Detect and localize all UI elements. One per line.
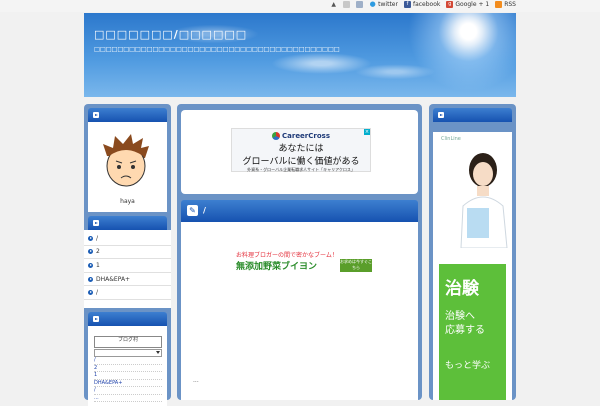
rss-link[interactable]: RSS — [495, 1, 516, 8]
list-item[interactable]: / — [84, 286, 171, 300]
rss-icon — [495, 1, 503, 8]
ranking-widget: ブログ村 / 2 1 DHA&EPA+ / ... — [88, 326, 167, 406]
site-description: □□□□□□□□□□□□□□□□□□□□□□□□□□□□□□□□□□□□□□□□… — [94, 46, 340, 53]
ad-brand: CareerCross — [232, 132, 370, 140]
ad-choices-icon[interactable]: × — [364, 129, 370, 135]
profile-name: haya — [120, 198, 135, 205]
list-item[interactable]: 2 — [84, 246, 171, 260]
widget-toggle-icon[interactable] — [93, 220, 99, 226]
scroll-top-link[interactable]: ▲ — [330, 1, 337, 8]
ranking-item[interactable]: DHA&EPA+ — [94, 380, 162, 387]
ad-body-text: 治験へ 応募する — [445, 311, 485, 336]
social-links: ▲ ● twitter f facebook g Google + 1 RSS — [330, 1, 516, 8]
facebook-icon: f — [403, 1, 411, 8]
bouillon-ad-tagline: お料理ブロガーの間で密かなブーム！ — [236, 252, 338, 259]
google-plus-label: Google + 1 — [455, 1, 490, 8]
learn-more-button[interactable]: もっと学ぶ — [445, 358, 490, 371]
twitter-icon: ● — [369, 0, 376, 8]
career-cross-logo-icon — [272, 132, 280, 140]
category-widget-header — [88, 216, 167, 230]
rss-label: RSS — [504, 1, 516, 8]
clinic-logo: ClinLine — [441, 136, 461, 142]
bouillon-ad[interactable]: お料理ブロガーの間で密かなブーム！ 無添加野菜ブイヨン お求めは今すぐこちら — [236, 250, 374, 274]
category-list: / 2 1 DHA&EPA+ / — [84, 230, 171, 308]
category-label: 1 — [96, 261, 100, 269]
profile-widget-header — [88, 108, 167, 122]
post-footer: ... — [193, 377, 199, 384]
ranking-select[interactable] — [94, 349, 162, 357]
site-header: □□□□□□□/□□□□□□ □□□□□□□□□□□□□□□□□□□□□□□□□… — [84, 13, 516, 97]
nurse-image — [460, 153, 508, 248]
ranking-widget-header — [88, 312, 167, 326]
avatar[interactable] — [101, 134, 151, 190]
profile-link[interactable] — [356, 1, 364, 8]
post-header: ✎ / — [181, 200, 418, 222]
widget-toggle-icon[interactable] — [438, 112, 444, 118]
ranking-item[interactable]: / — [94, 387, 162, 395]
up-arrow-icon: ▲ — [331, 1, 336, 8]
list-item[interactable]: 1 — [84, 259, 171, 273]
arrow-bullet-icon — [88, 235, 93, 241]
ad-tagline: 外資系・グローバル企業転職求人サイト「キャリアクロス」 — [247, 167, 355, 172]
google-plus-link[interactable]: g Google + 1 — [446, 1, 489, 8]
top-ad-container: × CareerCross あなたには グローバルに働く価値がある 外資系・グロ… — [181, 110, 418, 194]
post-title[interactable]: / — [203, 206, 206, 215]
ad-brand-label: CareerCross — [282, 132, 330, 140]
list-item[interactable]: / — [84, 232, 171, 246]
facebook-label: facebook — [412, 1, 441, 8]
main-content: × CareerCross あなたには グローバルに働く価値がある 外資系・グロ… — [177, 104, 422, 400]
ranking-box: ブログ村 / 2 1 DHA&EPA+ / ... — [94, 336, 162, 402]
ad-widget-header — [433, 108, 512, 122]
category-label: / — [96, 234, 99, 242]
ad-headline: 治験 — [445, 279, 479, 299]
category-label: / — [96, 289, 99, 297]
arrow-bullet-icon — [88, 249, 93, 255]
site-title[interactable]: □□□□□□□/□□□□□□ — [94, 28, 247, 41]
ranking-item[interactable]: 1 — [94, 372, 162, 380]
bouillon-ad-badge: お求めは今すぐこちら — [340, 259, 372, 272]
ad-headline-2: グローバルに働く価値がある — [242, 157, 360, 167]
ad-green-panel: 治験 治験へ 応募する もっと学ぶ — [439, 264, 506, 400]
twitter-label: twitter — [378, 1, 398, 8]
widget-toggle-icon[interactable] — [93, 316, 99, 322]
arrow-bullet-icon — [88, 276, 93, 282]
mail-icon — [343, 1, 351, 8]
arrow-bullet-icon — [88, 262, 93, 268]
ranking-item[interactable]: ... — [94, 395, 162, 402]
facebook-link[interactable]: f facebook — [403, 1, 441, 8]
widget-toggle-icon[interactable] — [93, 112, 99, 118]
arrow-bullet-icon — [88, 290, 93, 296]
clinical-trial-ad[interactable]: ClinLine 治験 治験へ 応募する もっと学ぶ — [433, 132, 512, 400]
ranking-item[interactable]: / — [94, 357, 162, 365]
profile-icon — [356, 1, 364, 8]
ad-body: 治験へ 応募する — [445, 310, 485, 338]
profile-widget: haya — [88, 122, 167, 212]
list-item[interactable]: DHA&EPA+ — [84, 273, 171, 287]
category-label: DHA&EPA+ — [96, 275, 131, 283]
post-body: お料理ブロガーの間で密かなブーム！ 無添加野菜ブイヨン お求めは今すぐこちら .… — [181, 222, 418, 400]
edit-icon: ✎ — [187, 205, 198, 216]
ranking-item[interactable]: 2 — [94, 365, 162, 372]
career-cross-ad[interactable]: × CareerCross あなたには グローバルに働く価値がある 外資系・グロ… — [231, 128, 371, 172]
left-sidebar: haya / 2 1 DHA&EPA+ / ブログ村 / 2 1 DHA&EPA… — [84, 104, 171, 406]
google-plus-icon: g — [446, 1, 454, 8]
ad-headline-1: あなたには — [278, 144, 324, 154]
blog-ranking-banner[interactable]: ブログ村 — [94, 336, 162, 348]
twitter-link[interactable]: ● twitter — [369, 0, 398, 9]
category-label: 2 — [96, 248, 100, 256]
top-bar: ▲ ● twitter f facebook g Google + 1 RSS — [0, 0, 600, 12]
right-sidebar: ClinLine 治験 治験へ 応募する もっと学ぶ — [429, 104, 516, 400]
mail-link[interactable] — [343, 1, 351, 8]
